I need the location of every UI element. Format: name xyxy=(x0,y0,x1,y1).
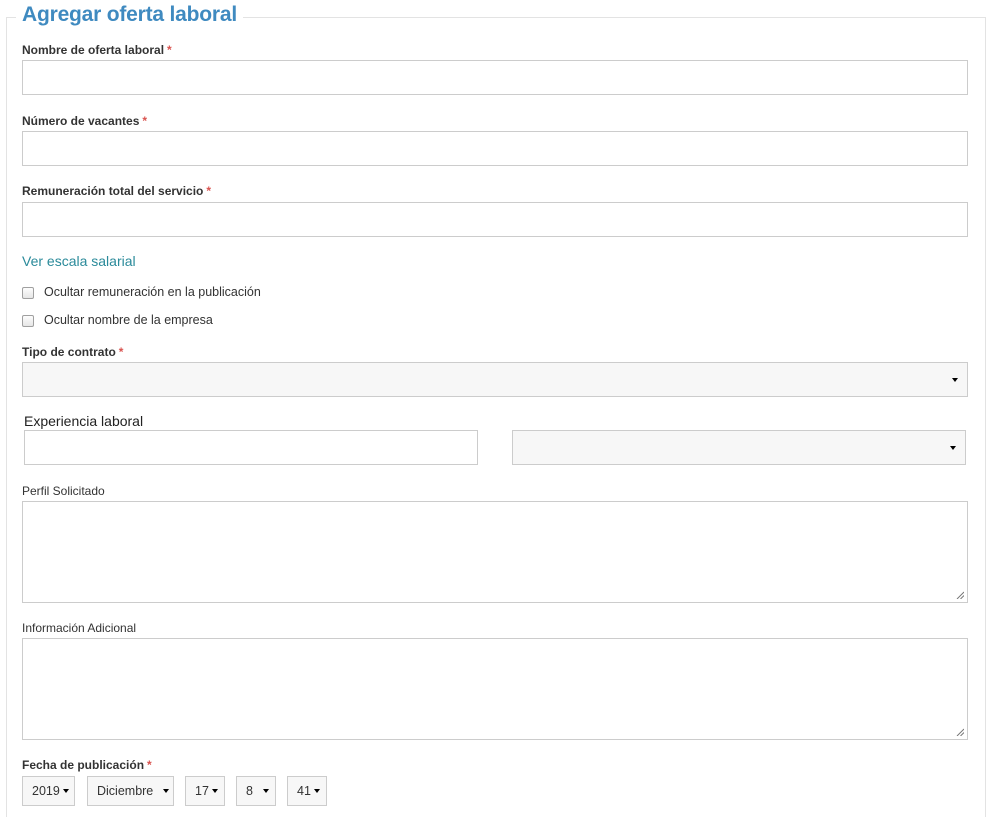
required-marker: * xyxy=(142,114,148,128)
tipo-contrato-select[interactable] xyxy=(22,362,968,397)
experiencia-unit-select[interactable] xyxy=(512,430,966,465)
vacantes-label-text: Número de vacantes xyxy=(22,114,140,128)
resize-grip-icon[interactable] xyxy=(956,728,964,736)
nombre-label: Nombre de oferta laboral * xyxy=(22,43,172,57)
ver-escala-salarial-link[interactable]: Ver escala salarial xyxy=(22,253,136,269)
info-textarea[interactable] xyxy=(22,638,968,740)
nombre-label-text: Nombre de oferta laboral xyxy=(22,43,165,57)
caret-down-icon xyxy=(952,378,958,382)
tipo-contrato-label-text: Tipo de contrato xyxy=(22,345,116,359)
tipo-contrato-label: Tipo de contrato * xyxy=(22,345,123,359)
caret-down-icon xyxy=(262,789,269,793)
nombre-input[interactable] xyxy=(22,60,968,95)
caret-down-icon xyxy=(950,446,956,450)
remuneracion-input[interactable] xyxy=(22,202,968,237)
caret-down-icon xyxy=(211,789,218,793)
perfil-textarea[interactable] xyxy=(22,501,968,603)
info-label: Información Adicional xyxy=(22,621,137,635)
perfil-label: Perfil Solicitado xyxy=(22,484,105,498)
fecha-day-select[interactable]: 17 xyxy=(185,776,225,806)
vacantes-input[interactable] xyxy=(22,131,968,166)
ocultar-empresa-checkbox[interactable] xyxy=(22,315,34,327)
vacantes-label: Número de vacantes * xyxy=(22,114,147,128)
fecha-minute-select[interactable]: 41 xyxy=(287,776,327,806)
required-marker: * xyxy=(167,43,172,57)
required-marker: * xyxy=(147,758,152,772)
required-marker: * xyxy=(206,184,212,198)
fecha-month-select[interactable]: Diciembre xyxy=(87,776,174,806)
fecha-hour-value: 8 xyxy=(246,784,253,798)
fecha-month-value: Diciembre xyxy=(97,784,154,798)
fecha-year-select[interactable]: 2019 xyxy=(22,776,75,806)
ocultar-remuneracion-checkbox[interactable] xyxy=(22,287,34,299)
experiencia-label: Experiencia laboral xyxy=(24,413,144,429)
caret-down-icon xyxy=(62,789,69,793)
caret-down-icon xyxy=(163,789,170,793)
fecha-day-value: 17 xyxy=(195,784,209,798)
fecha-label: Fecha de publicación * xyxy=(22,758,152,772)
fecha-hour-select[interactable]: 8 xyxy=(236,776,276,806)
fecha-label-text: Fecha de publicación xyxy=(22,758,145,772)
resize-grip-icon[interactable] xyxy=(956,591,964,599)
experiencia-input[interactable] xyxy=(24,430,478,465)
remuneracion-label: Remuneración total del servicio * xyxy=(22,184,211,198)
ocultar-empresa-label: Ocultar nombre de la empresa xyxy=(44,313,213,327)
fecha-year-value: 2019 xyxy=(32,784,60,798)
caret-down-icon xyxy=(313,789,320,793)
form-title: Agregar oferta laboral xyxy=(16,3,243,27)
ocultar-remuneracion-label: Ocultar remuneración en la publicación xyxy=(44,285,261,299)
required-marker: * xyxy=(118,345,124,359)
remuneracion-label-text: Remuneración total del servicio xyxy=(22,184,204,198)
fecha-minute-value: 41 xyxy=(297,784,311,798)
